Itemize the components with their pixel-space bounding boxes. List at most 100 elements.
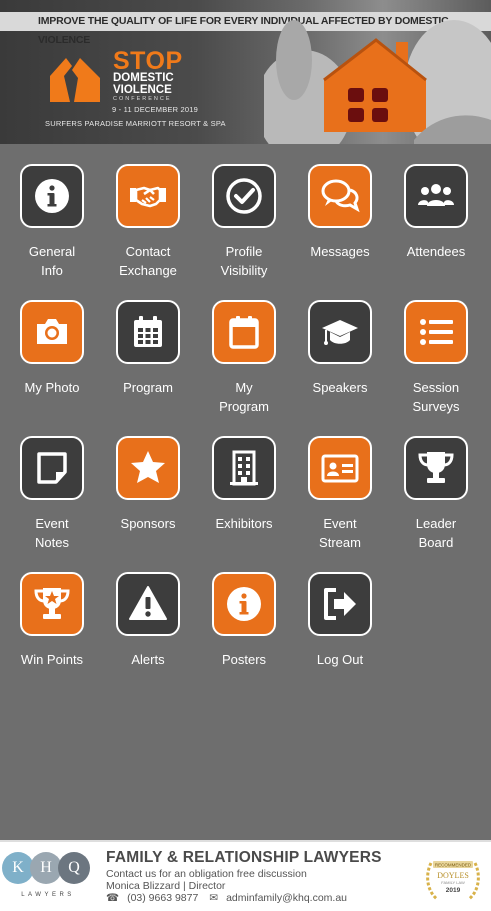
- info-icon: [35, 179, 69, 213]
- my-program-button[interactable]: [212, 300, 276, 364]
- building-icon: [230, 450, 258, 486]
- ad-phone[interactable]: (03) 9663 9877: [127, 892, 198, 904]
- sticky-note-icon: [37, 452, 67, 484]
- logo-stop-text: STOP: [113, 47, 183, 75]
- attendees-label: Attendees: [384, 242, 488, 261]
- messages-label: Messages: [288, 242, 392, 261]
- conference-logo-icon: [50, 58, 100, 102]
- log-out-button[interactable]: [308, 572, 372, 636]
- menu-contact-exchange[interactable]: Contact Exchange: [96, 144, 192, 280]
- menu-general-info[interactable]: General Info: [0, 144, 96, 280]
- info-icon: [227, 587, 261, 621]
- leader-board-button[interactable]: [404, 436, 468, 500]
- my-photo-label: My Photo: [0, 378, 104, 397]
- label-line-1: Speakers: [312, 380, 368, 395]
- logo-line-2: VIOLENCE: [113, 84, 172, 96]
- menu-alerts[interactable]: Alerts: [96, 552, 192, 688]
- calendar-icon: [229, 316, 259, 349]
- label-line-1: Exhibitors: [215, 516, 273, 531]
- event-stream-button[interactable]: [308, 436, 372, 500]
- sponsor-ad-banner[interactable]: K H Q LAWYERS FAMILY & RELATIONSHIP LAWY…: [0, 840, 491, 911]
- menu-leader-board[interactable]: Leader Board: [384, 416, 480, 552]
- program-button[interactable]: [116, 300, 180, 364]
- program-label: Program: [96, 378, 200, 397]
- people-group-icon: [418, 184, 454, 206]
- general-info-button[interactable]: [20, 164, 84, 228]
- label-line-1: My: [235, 380, 253, 395]
- menu-exhibitors[interactable]: Exhibitors: [192, 416, 288, 552]
- contact-exchange-label: Contact Exchange: [96, 242, 200, 280]
- menu-my-program[interactable]: My Program: [192, 280, 288, 416]
- trophy-icon: [418, 452, 454, 483]
- trophy-star-icon: [34, 588, 70, 619]
- posters-button[interactable]: [212, 572, 276, 636]
- menu-profile-visibility[interactable]: Profile Visibility: [192, 144, 288, 280]
- menu-speakers[interactable]: Speakers: [288, 280, 384, 416]
- conference-date: 9 - 11 DECEMBER 2019: [112, 105, 198, 114]
- menu-posters[interactable]: Posters: [192, 552, 288, 688]
- label-line-1: Win Points: [20, 652, 84, 667]
- label-line-1: Alerts: [131, 652, 165, 667]
- menu-win-points[interactable]: Win Points: [0, 552, 96, 688]
- session-surveys-label: Session Surveys: [384, 378, 488, 416]
- exhibitors-label: Exhibitors: [192, 514, 296, 533]
- menu-session-surveys[interactable]: Session Surveys: [384, 280, 480, 416]
- session-surveys-button[interactable]: [404, 300, 468, 364]
- star-icon: [131, 451, 165, 483]
- speakers-label: Speakers: [288, 378, 392, 397]
- label-line-1: Posters: [221, 652, 267, 667]
- label-line-1: General: [28, 244, 76, 259]
- event-notes-label: Event Notes: [0, 514, 104, 552]
- label-line-1: Profile: [225, 244, 263, 259]
- warning-icon: [129, 586, 167, 620]
- alerts-button[interactable]: [116, 572, 180, 636]
- list-icon: [420, 319, 453, 345]
- logout-icon: [324, 588, 356, 620]
- menu-log-out[interactable]: Log Out: [288, 552, 384, 688]
- menu-my-photo[interactable]: My Photo: [0, 280, 96, 416]
- my-program-label: My Program: [192, 378, 296, 416]
- label-line-1: Event: [35, 516, 69, 531]
- menu-grid: General Info Contact Exchange Profile Vi…: [0, 144, 491, 840]
- doyles-award-badge: RECOMMENDED DOYLES FAMILY LAW 2019: [426, 861, 480, 901]
- menu-program[interactable]: Program: [96, 280, 192, 416]
- calendar-grid-icon: [134, 316, 162, 347]
- event-stream-label: Event Stream: [288, 514, 392, 552]
- profile-visibility-button[interactable]: [212, 164, 276, 228]
- menu-event-stream[interactable]: Event Stream: [288, 416, 384, 552]
- khq-logo: K H Q LAWYERS: [2, 852, 94, 906]
- badge-year: 2019: [446, 887, 461, 894]
- speakers-button[interactable]: [308, 300, 372, 364]
- sponsors-button[interactable]: [116, 436, 180, 500]
- label-line-1: Messages: [310, 244, 370, 259]
- event-notes-button[interactable]: [20, 436, 84, 500]
- khq-lawyers-text: LAWYERS: [21, 892, 75, 898]
- logo-conference: CONFERENCE: [113, 96, 172, 102]
- label-line-2: Visibility: [220, 263, 268, 278]
- menu-attendees[interactable]: Attendees: [384, 144, 480, 280]
- exhibitors-button[interactable]: [212, 436, 276, 500]
- menu-event-notes[interactable]: Event Notes: [0, 416, 96, 552]
- label-line-2: Notes: [35, 535, 69, 550]
- check-circle-icon: [226, 178, 262, 214]
- log-out-label: Log Out: [288, 650, 392, 669]
- win-points-label: Win Points: [0, 650, 104, 669]
- ad-contact-details: ☎ (03) 9663 9877 ✉ adminfamily@khq.com.au: [106, 892, 355, 905]
- menu-sponsors[interactable]: Sponsors: [96, 416, 192, 552]
- attendees-button[interactable]: [404, 164, 468, 228]
- label-line-1: Attendees: [406, 244, 466, 259]
- label-line-1: Leader: [415, 516, 457, 531]
- label-line-2: Board: [418, 535, 454, 550]
- messages-button[interactable]: [308, 164, 372, 228]
- win-points-button[interactable]: [20, 572, 84, 636]
- conference-banner: Improve the quality of life for every in…: [0, 0, 491, 144]
- label-line-1: Session: [412, 380, 460, 395]
- alerts-label: Alerts: [96, 650, 200, 669]
- label-line-1: My Photo: [24, 380, 80, 395]
- menu-messages[interactable]: Messages: [288, 144, 384, 280]
- chat-bubbles-icon: [321, 179, 360, 213]
- ad-email[interactable]: adminfamily@khq.com.au: [226, 892, 347, 904]
- my-photo-button[interactable]: [20, 300, 84, 364]
- ad-title: FAMILY & RELATIONSHIP LAWYERS: [106, 849, 382, 866]
- contact-exchange-button[interactable]: [116, 164, 180, 228]
